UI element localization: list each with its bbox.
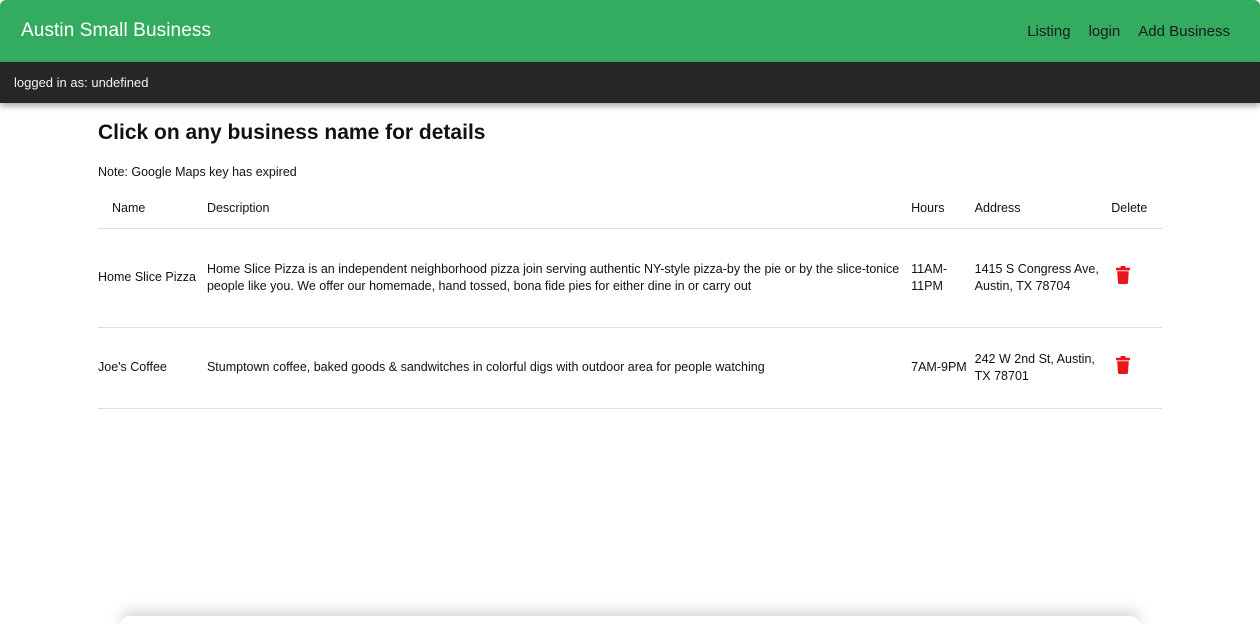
- business-hours: 11AM-11PM: [911, 228, 975, 328]
- column-header-name: Name: [98, 188, 207, 229]
- column-header-hours: Hours: [911, 188, 975, 229]
- trash-icon-graphic: [1116, 356, 1131, 375]
- app-window: Austin Small Business Listing login Add …: [0, 0, 1260, 624]
- delete-cell: [1111, 228, 1162, 328]
- business-description: Stumptown coffee, baked goods & sandwitc…: [206, 327, 912, 409]
- business-name-link[interactable]: Joe's Coffee: [98, 327, 207, 409]
- business-hours: 7AM-9PM: [911, 327, 975, 409]
- trash-icon-graphic: [1116, 266, 1131, 285]
- business-address: 1415 S Congress Ave, Austin, TX 78704: [974, 228, 1112, 328]
- bottom-panel-edge: [120, 616, 1140, 624]
- maps-key-note: Note: Google Maps key has expired: [98, 165, 297, 179]
- nav-link-login[interactable]: login: [1089, 23, 1121, 40]
- trash-icon[interactable]: [1116, 356, 1131, 380]
- table-row: Home Slice Pizza Home Slice Pizza is an …: [98, 228, 1162, 328]
- business-name-link[interactable]: Home Slice Pizza: [98, 228, 207, 328]
- table-row: Joe's Coffee Stumptown coffee, baked goo…: [98, 327, 1162, 409]
- login-status-bar: logged in as: undefined: [0, 62, 1260, 103]
- table-header-row: Name Description Hours Address Delete: [98, 188, 1162, 229]
- column-header-delete: Delete: [1111, 188, 1162, 229]
- column-header-description: Description: [206, 188, 912, 229]
- brand-title[interactable]: Austin Small Business: [21, 20, 211, 42]
- page-title: Click on any business name for details: [98, 121, 486, 144]
- top-navbar: Austin Small Business Listing login Add …: [0, 0, 1260, 62]
- login-status-text: logged in as: undefined: [14, 75, 149, 90]
- business-description: Home Slice Pizza is an independent neigh…: [206, 228, 912, 328]
- column-header-address: Address: [974, 188, 1112, 229]
- nav-link-listing[interactable]: Listing: [1027, 23, 1070, 40]
- nav-links: Listing login Add Business: [1009, 23, 1230, 40]
- trash-icon[interactable]: [1116, 266, 1131, 290]
- business-table: Name Description Hours Address Delete Ho…: [98, 188, 1162, 409]
- delete-cell: [1111, 327, 1162, 409]
- business-address: 242 W 2nd St, Austin, TX 78701: [974, 327, 1112, 409]
- nav-link-add-business[interactable]: Add Business: [1138, 23, 1230, 40]
